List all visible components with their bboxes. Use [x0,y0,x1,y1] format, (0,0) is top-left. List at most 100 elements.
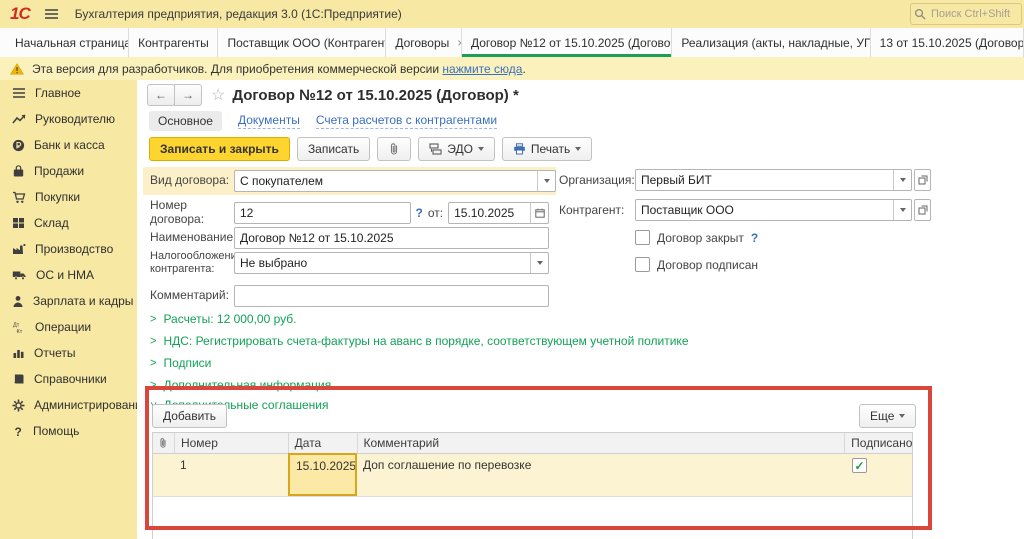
name-value[interactable] [235,231,548,245]
date-cell-selected[interactable]: 15.10.2025 [288,453,357,496]
kind-value[interactable] [235,174,537,188]
number-column-header[interactable]: Номер [175,433,289,453]
sidebar-item-purchases[interactable]: Покупки [0,184,137,210]
organization-label: Организация: [559,173,635,187]
number-input[interactable] [234,202,411,224]
sidebar-item-references[interactable]: Справочники [0,366,137,392]
sidebar-item-production[interactable]: Производство [0,236,137,262]
table-empty-area[interactable] [152,497,913,539]
number-cell[interactable]: 1 [174,454,288,496]
dropdown-button[interactable] [530,253,548,273]
sidebar-item-administration[interactable]: Администрирование [0,392,137,418]
tab-label: Реализация (акты, накладные, УПД) [681,36,870,50]
kind-label: Вид договора: [150,174,234,188]
tab-sales-docs[interactable]: Реализация (акты, накладные, УПД) × [672,28,870,57]
closed-help-icon[interactable]: ? [751,231,758,245]
sidebar-item-operations[interactable]: ДтКт Операции [0,314,137,340]
nav-main[interactable]: Основное [149,111,222,131]
sidebar-item-manager[interactable]: Руководителю [0,106,137,132]
form-toolbar: Записать и закрыть Записать ЭДО Печать [149,137,592,161]
calendar-button[interactable] [530,203,548,223]
add-agreement-button[interactable]: Добавить [152,404,227,428]
sidebar-item-reports[interactable]: Отчеты [0,340,137,366]
tax-value[interactable] [235,256,530,270]
organization-select[interactable] [635,169,912,191]
contract-signed-checkbox[interactable] [635,257,650,272]
dropdown-button[interactable] [537,171,555,191]
tax-select[interactable] [234,252,549,274]
attachment-cell[interactable] [153,454,174,496]
sidebar-item-main[interactable]: Главное [0,80,137,106]
name-input[interactable] [234,227,549,249]
tab-supplier[interactable]: Поставщик ООО (Контрагент) × [218,28,386,57]
name-label: Наименование: [150,231,234,245]
signed-cell[interactable]: ✓ [846,454,912,496]
chevron-down-icon [544,179,550,183]
comment-cell[interactable]: Доп соглашение по перевозке [357,454,846,496]
print-button[interactable]: Печать [502,137,592,161]
sidebar-item-os-nma[interactable]: ОС и НМА [0,262,137,288]
forward-button[interactable]: → [174,84,202,106]
kind-select[interactable] [234,170,556,192]
attachment-column-header[interactable] [153,433,175,453]
main-menu-icon[interactable] [44,8,59,20]
dev-version-warning: Эта версия для разработчиков. Для приобр… [0,57,1024,80]
section-signatures[interactable]: > Подписи [150,356,211,370]
sidebar-label: Руководителю [35,112,115,126]
counterparty-select[interactable] [635,199,912,221]
contract-closed-checkbox[interactable] [635,230,650,245]
search-input[interactable] [929,7,1013,21]
buy-link[interactable]: нажмите сюда [442,62,522,76]
tab-contracts[interactable]: Договоры × [386,28,462,57]
save-button[interactable]: Записать [297,137,370,161]
organization-value[interactable] [636,173,893,187]
open-organization-button[interactable] [914,169,931,191]
number-value[interactable] [235,206,410,220]
paperclip-icon [158,437,168,449]
sidebar-item-warehouse[interactable]: Склад [0,210,137,236]
tab-contract-12[interactable]: Договор №12 от 15.10.2025 (Договор) * × [462,28,672,57]
date-value[interactable] [449,206,530,220]
sidebar-item-salary-hr[interactable]: Зарплата и кадры [0,288,137,314]
edo-button[interactable]: ЭДО [418,137,495,161]
signed-column-header[interactable]: Подписано [845,433,912,453]
save-close-button[interactable]: Записать и закрыть [149,137,290,161]
factory-icon [12,243,26,255]
table-row[interactable]: 1 15.10.2025 Доп соглашение по перевозке… [152,454,913,497]
section-calculations[interactable]: > Расчеты: 12 000,00 руб. [150,312,297,326]
chevron-down-icon [575,147,581,151]
number-help-icon[interactable]: ? [416,206,423,220]
dropdown-button[interactable] [893,200,911,220]
comment-input[interactable] [234,285,549,307]
nav-accounts[interactable]: Счета расчетов с контрагентами [316,113,497,129]
section-vat[interactable]: > НДС: Регистрировать счета-фактуры на а… [150,334,689,348]
more-button[interactable]: Еще [859,404,916,428]
attach-button[interactable] [377,137,411,161]
date-column-header[interactable]: Дата [289,433,358,453]
sidebar-item-sales[interactable]: Продажи [0,158,137,184]
counterparty-value[interactable] [636,203,893,217]
section-extra-info[interactable]: > Дополнительная информация [150,378,331,392]
tab-contract-13[interactable]: 13 от 15.10.2025 (Договор) × [871,28,1024,57]
back-button[interactable]: ← [147,84,175,106]
tab-label: 13 от 15.10.2025 (Договор) [880,36,1024,50]
sidebar-item-bank-cash[interactable]: Банк и касса [0,132,137,158]
dropdown-button[interactable] [893,170,911,190]
table-header: Номер Дата Комментарий Подписано [152,432,913,454]
date-input[interactable] [448,202,549,224]
check-icon: ✓ [854,460,864,472]
gear-icon [12,399,25,412]
book-icon [12,373,25,385]
comment-value[interactable] [235,289,548,303]
comment-column-header[interactable]: Комментарий [358,433,846,453]
chevron-down-icon [900,208,906,212]
tab-counterparties[interactable]: Контрагенты × [129,28,218,57]
sidebar-item-help[interactable]: ? Помощь [0,418,137,444]
nav-documents[interactable]: Документы [238,113,300,129]
warning-suffix: . [522,62,525,76]
favorite-star-icon[interactable]: ☆ [211,85,225,105]
open-counterparty-button[interactable] [914,199,931,221]
tab-home[interactable]: Начальная страница [0,28,129,57]
global-search[interactable] [910,3,1022,25]
signed-checkbox-checked[interactable]: ✓ [852,458,867,473]
